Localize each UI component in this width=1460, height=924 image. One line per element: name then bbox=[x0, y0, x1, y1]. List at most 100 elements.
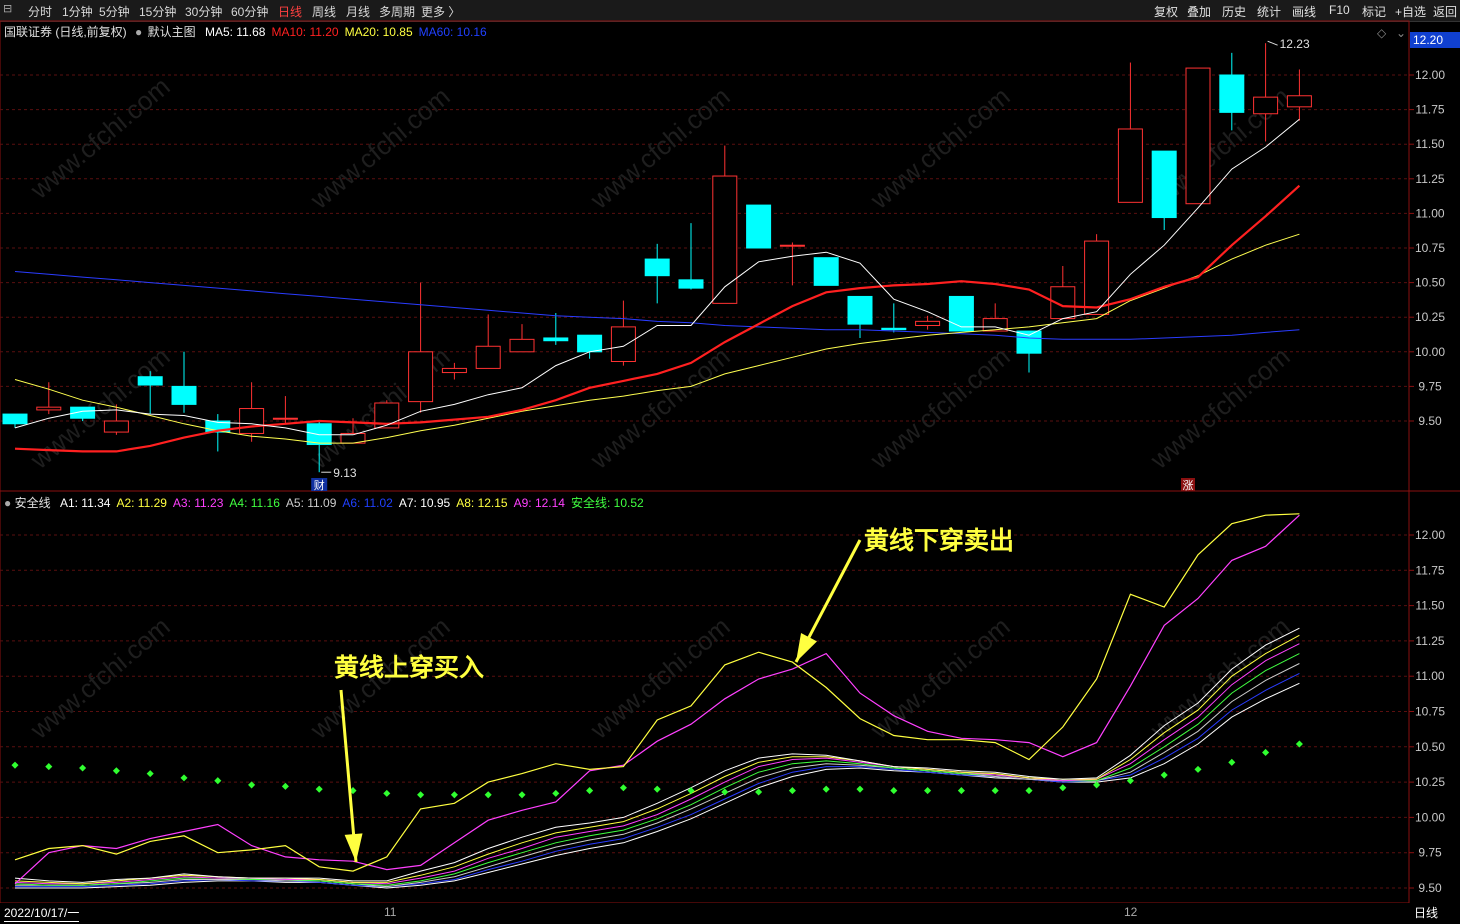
candle-body bbox=[36, 406, 62, 411]
candle-body bbox=[610, 326, 636, 362]
candle-body bbox=[272, 417, 298, 420]
period-button[interactable]: 日线 bbox=[1414, 904, 1438, 921]
candle bbox=[746, 204, 772, 249]
candle-body bbox=[577, 334, 603, 353]
candle bbox=[847, 295, 873, 338]
safe-line-dot bbox=[991, 787, 999, 795]
watermark-text: www.cfchi.com bbox=[584, 611, 736, 745]
current-price-label: 12.20 bbox=[1413, 33, 1443, 47]
main-tick-label: 12.00 bbox=[1415, 68, 1445, 82]
main-tick-label: 10.25 bbox=[1415, 310, 1445, 324]
candle-body bbox=[408, 351, 434, 403]
safe-line-dot bbox=[1059, 784, 1067, 792]
indicator-tick-label: 12.00 bbox=[1415, 528, 1445, 542]
candle-body bbox=[712, 175, 738, 304]
candle bbox=[171, 351, 197, 413]
candle-body bbox=[239, 408, 265, 434]
safe-line-dot bbox=[1194, 765, 1202, 773]
kline-chart[interactable]: 12.00 11.75 11.50 11.25 11.00 10.75 10.50 10.25… bbox=[0, 0, 1460, 924]
candle bbox=[543, 313, 569, 345]
candle-body bbox=[847, 295, 873, 325]
candle-body bbox=[746, 204, 772, 249]
safe-line-dot bbox=[450, 791, 458, 799]
candle bbox=[881, 303, 907, 333]
safe-line-dot bbox=[619, 784, 627, 792]
candle bbox=[1117, 62, 1143, 203]
candle-body bbox=[171, 385, 197, 405]
candle bbox=[475, 314, 501, 369]
a6-line bbox=[15, 672, 1300, 888]
safe-line-dot bbox=[924, 787, 932, 795]
watermark-text: www.cfchi.com bbox=[24, 611, 176, 745]
candle-body bbox=[543, 337, 569, 342]
safe-line-dot bbox=[822, 785, 830, 793]
candle-body bbox=[1253, 96, 1279, 115]
watermark-text: www.cfchi.com bbox=[304, 81, 456, 215]
candle-body bbox=[103, 420, 129, 433]
month-label-12: 12 bbox=[1124, 905, 1138, 919]
safe-line-dot bbox=[146, 770, 154, 778]
main-tick-label: 10.75 bbox=[1415, 241, 1445, 255]
zhang-mark: 涨 bbox=[1183, 479, 1194, 492]
candle-body bbox=[644, 258, 670, 277]
candle-body bbox=[678, 279, 704, 289]
sell-annotation: 黄线下穿卖出 bbox=[864, 527, 1015, 555]
arrow-head bbox=[344, 833, 363, 862]
indicator-tick-label: 11.25 bbox=[1415, 634, 1444, 648]
safe-line-dot bbox=[315, 785, 323, 793]
high-marker bbox=[1267, 40, 1278, 46]
safe-line-dot bbox=[586, 787, 594, 795]
candle bbox=[1050, 265, 1076, 320]
candle-body bbox=[1185, 67, 1211, 205]
safe-line-dot bbox=[11, 761, 19, 769]
candle bbox=[272, 396, 298, 424]
candle-body bbox=[2, 413, 28, 425]
indicator-tick-label: 10.75 bbox=[1415, 705, 1445, 719]
candle bbox=[948, 295, 974, 332]
cursor-date: 2022/10/17/一 bbox=[4, 906, 80, 922]
safe-line-dot bbox=[180, 774, 188, 782]
candle-body bbox=[915, 320, 941, 327]
main-tick-label: 9.50 bbox=[1418, 414, 1442, 428]
candle bbox=[915, 315, 941, 330]
indicator-tick-label: 11.00 bbox=[1415, 669, 1444, 683]
safe-line-dot bbox=[653, 785, 661, 793]
candle bbox=[1151, 150, 1177, 231]
candle bbox=[137, 371, 163, 415]
watermark-text: www.cfchi.com bbox=[864, 81, 1016, 215]
safe-line-dot bbox=[383, 789, 391, 797]
indicator-tick-label: 11.75 bbox=[1415, 563, 1444, 577]
main-tick-label: 11.00 bbox=[1415, 206, 1444, 220]
main-tick-label: 11.25 bbox=[1415, 172, 1444, 186]
candle-body bbox=[813, 257, 839, 286]
watermark-text: www.cfchi.com bbox=[24, 71, 176, 205]
candle-body bbox=[1084, 240, 1110, 315]
candle-body bbox=[1016, 330, 1042, 354]
cai-mark: 财 bbox=[314, 478, 325, 492]
candle bbox=[1286, 69, 1312, 121]
safe-line-dot bbox=[1262, 748, 1270, 756]
candle-body bbox=[1219, 74, 1245, 113]
main-tick-label: 10.00 bbox=[1415, 345, 1445, 359]
arrow-head bbox=[796, 633, 817, 662]
safe-line-dot bbox=[214, 777, 222, 785]
safe-line-dot bbox=[518, 791, 526, 799]
safe-line-dot bbox=[417, 791, 425, 799]
high-price-label: 12.23 bbox=[1280, 37, 1310, 51]
time-axis bbox=[0, 903, 1410, 924]
candle bbox=[610, 300, 636, 366]
safe-line-dot bbox=[1228, 758, 1236, 766]
watermark-text: www.cfchi.com bbox=[864, 611, 1016, 745]
safe-line-dot bbox=[45, 763, 53, 771]
candle bbox=[779, 242, 805, 286]
candle-body bbox=[1151, 150, 1177, 219]
safe-line-dot bbox=[1160, 771, 1168, 779]
buy-annotation: 黄线上穿买入 bbox=[334, 654, 485, 682]
candle-body bbox=[509, 338, 535, 353]
main-tick-label: 11.75 bbox=[1415, 103, 1444, 117]
safe-line-dot bbox=[112, 767, 120, 775]
candle bbox=[644, 243, 670, 304]
sell-arrow bbox=[794, 539, 862, 663]
candle-body bbox=[137, 376, 163, 386]
indicator-tick-label: 9.50 bbox=[1418, 881, 1442, 895]
